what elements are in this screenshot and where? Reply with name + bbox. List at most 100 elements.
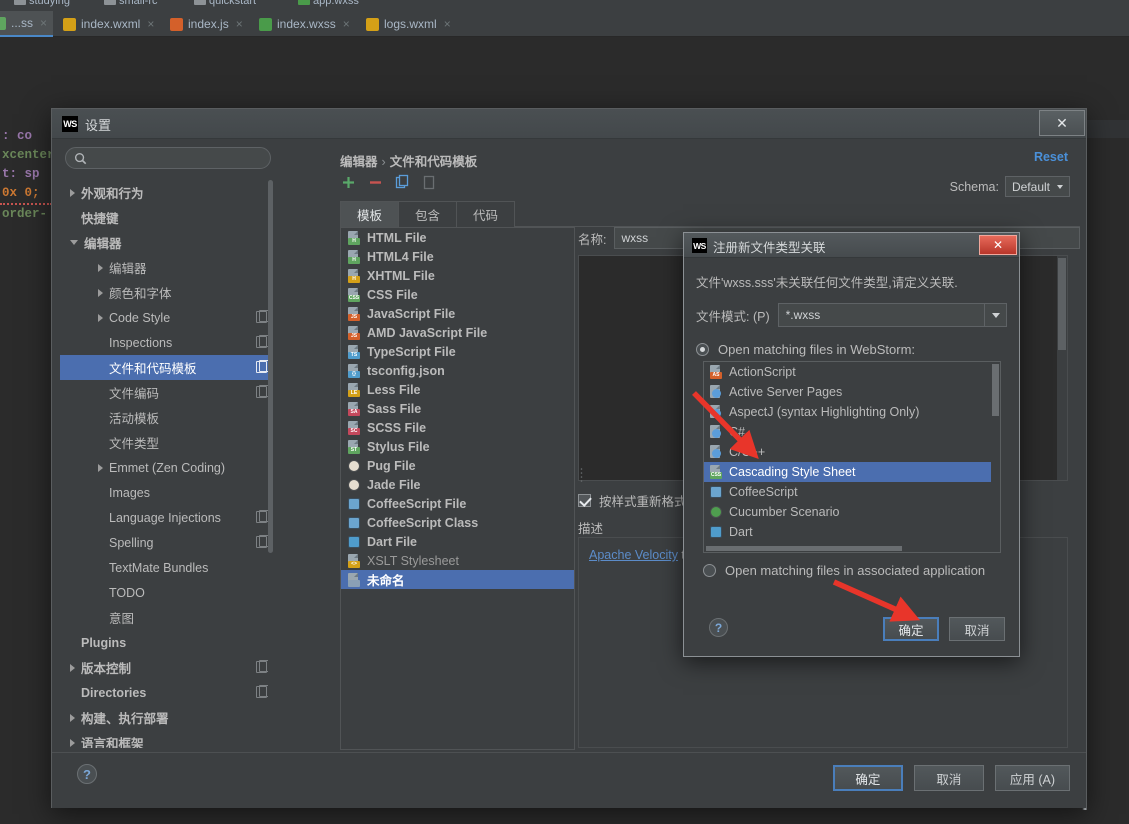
list-item[interactable]: Dart File [341, 532, 574, 551]
list-item[interactable]: JS AMD JavaScript File [341, 323, 574, 342]
file-type-list-item[interactable]: AspectJ (syntax Highlighting Only) [704, 402, 1000, 422]
list-item[interactable]: LE Less File [341, 380, 574, 399]
close-icon[interactable]: × [343, 18, 350, 30]
sidebar-item-6[interactable]: Inspections [60, 330, 273, 355]
sidebar-item-18[interactable]: Plugins [60, 630, 273, 655]
sidebar-item-12[interactable]: Images [60, 480, 273, 505]
template-list[interactable]: H HTML File H HTML4 File H XHTML File CSS CSS F… [340, 227, 575, 750]
file-type-list-item[interactable]: C# [704, 422, 1000, 442]
sidebar-item-7[interactable]: 文件和代码模板 [60, 355, 273, 380]
settings-category-tree[interactable]: 外观和行为 快捷键 编辑器 编辑器 颜色和字体 Code Style Inspections… [60, 180, 273, 748]
chevron-down-icon[interactable] [984, 304, 1006, 326]
file-type-list-item[interactable]: Active Server Pages [704, 382, 1000, 402]
file-type-list-item[interactable]: Cucumber Scenario [704, 502, 1000, 522]
help-icon[interactable]: ? [709, 618, 728, 637]
radio-open-in-associated-app[interactable]: Open matching files in associated applic… [703, 563, 985, 578]
sidebar-item-5[interactable]: Code Style [60, 305, 273, 330]
sidebar-item-14[interactable]: Spelling [60, 530, 273, 555]
radio-button-associated[interactable] [703, 564, 716, 577]
settings-search-box[interactable] [65, 147, 271, 169]
chevron-right-icon[interactable] [98, 263, 103, 272]
add-template-button[interactable] [340, 174, 357, 191]
file-type-list-hscrollbar[interactable] [704, 545, 991, 552]
radio-button-webstorm[interactable] [696, 343, 709, 356]
sidebar-item-19[interactable]: 版本控制 [60, 655, 273, 680]
template-editor-scrollbar[interactable] [1057, 256, 1067, 480]
list-item[interactable]: JS JavaScript File [341, 304, 574, 323]
breadcrumb-item[interactable]: studying [14, 0, 70, 7]
list-item[interactable]: Pug File [341, 456, 574, 475]
list-item[interactable]: SC SCSS File [341, 418, 574, 437]
schema-select[interactable]: Default [1004, 176, 1070, 197]
list-item[interactable]: <> XSLT Stylesheet [341, 551, 574, 570]
reset-template-button[interactable] [421, 174, 438, 191]
editor-tab[interactable]: ...ss × [0, 11, 54, 37]
copy-settings-icon[interactable] [256, 660, 269, 673]
chevron-down-icon[interactable] [70, 240, 78, 245]
sidebar-item-13[interactable]: Language Injections [60, 505, 273, 530]
tree-scrollbar-thumb[interactable] [268, 180, 273, 553]
chevron-right-icon[interactable] [98, 463, 103, 472]
help-icon[interactable]: ? [77, 764, 97, 784]
list-item[interactable]: H HTML File [341, 228, 574, 247]
list-item[interactable]: H HTML4 File [341, 247, 574, 266]
sidebar-item-0[interactable]: 外观和行为 [60, 180, 273, 205]
file-pattern-input[interactable] [778, 308, 984, 322]
list-item[interactable]: SA Sass File [341, 399, 574, 418]
copy-settings-icon[interactable] [256, 335, 269, 348]
chevron-right-icon[interactable] [70, 713, 75, 722]
list-item[interactable]: CSS CSS File [341, 285, 574, 304]
list-item[interactable]: {} tsconfig.json [341, 361, 574, 380]
sidebar-item-22[interactable]: 语言和框架 [60, 730, 273, 748]
sidebar-item-4[interactable]: 颜色和字体 [60, 280, 273, 305]
copy-settings-icon[interactable] [256, 510, 269, 523]
reformat-checkbox-row[interactable]: 按样式重新格式化 [578, 491, 699, 510]
sidebar-item-11[interactable]: Emmet (Zen Coding) [60, 455, 273, 480]
copy-template-button[interactable] [394, 174, 411, 191]
close-icon[interactable]: × [147, 18, 154, 30]
template-editor-scrollbar-thumb[interactable] [1058, 258, 1066, 350]
list-item[interactable]: TS TypeScript File [341, 342, 574, 361]
file-type-list-scrollbar-thumb[interactable] [992, 364, 999, 416]
chevron-right-icon[interactable] [98, 288, 103, 297]
list-item[interactable]: 未命名 [341, 570, 574, 589]
close-icon[interactable]: × [444, 18, 451, 30]
sidebar-item-3[interactable]: 编辑器 [60, 255, 273, 280]
sidebar-item-9[interactable]: 活动模板 [60, 405, 273, 430]
reset-link[interactable]: Reset [1034, 150, 1068, 164]
list-item[interactable]: Jade File [341, 475, 574, 494]
sidebar-item-8[interactable]: 文件编码 [60, 380, 273, 405]
copy-settings-icon[interactable] [256, 535, 269, 548]
file-type-list-item[interactable]: CSS Cascading Style Sheet [704, 462, 1000, 482]
sidebar-item-20[interactable]: Directories [60, 680, 273, 705]
editor-tab[interactable]: index.wxss × [252, 11, 356, 37]
breadcrumb-item[interactable]: app.wxss [298, 0, 359, 7]
list-item[interactable]: H XHTML File [341, 266, 574, 285]
chevron-right-icon[interactable] [70, 663, 75, 672]
copy-settings-icon[interactable] [256, 310, 269, 323]
editor-tab[interactable]: index.wxml × [56, 11, 160, 37]
breadcrumb-item[interactable]: small-rc [104, 0, 158, 7]
file-type-list-hscrollbar-thumb[interactable] [706, 546, 902, 551]
sidebar-item-21[interactable]: 构建、执行部署 [60, 705, 273, 730]
close-icon[interactable]: ✕ [979, 235, 1017, 255]
list-item[interactable]: CoffeeScript File [341, 494, 574, 513]
sidebar-item-2[interactable]: 编辑器 [60, 230, 273, 255]
list-item[interactable]: ST Stylus File [341, 437, 574, 456]
file-pattern-combo[interactable] [777, 303, 1007, 327]
sidebar-item-15[interactable]: TextMate Bundles [60, 555, 273, 580]
close-icon[interactable]: × [236, 18, 243, 30]
sidebar-item-17[interactable]: 意图 [60, 605, 273, 630]
copy-settings-icon[interactable] [256, 685, 269, 698]
sidebar-item-10[interactable]: 文件类型 [60, 430, 273, 455]
chevron-right-icon[interactable] [98, 313, 103, 322]
ok-button[interactable]: 确定 [832, 765, 903, 791]
apache-velocity-link[interactable]: Apache Velocity [589, 548, 678, 562]
editor-tab[interactable]: logs.wxml × [359, 11, 457, 37]
breadcrumb-item[interactable]: quickstart [194, 0, 256, 7]
reformat-checkbox[interactable] [578, 494, 591, 507]
tree-scrollbar[interactable] [268, 180, 273, 748]
tab-1[interactable]: 包含 [398, 201, 458, 227]
tab-2[interactable]: 代码 [456, 201, 516, 227]
editor-tab[interactable]: index.js × [163, 11, 249, 37]
